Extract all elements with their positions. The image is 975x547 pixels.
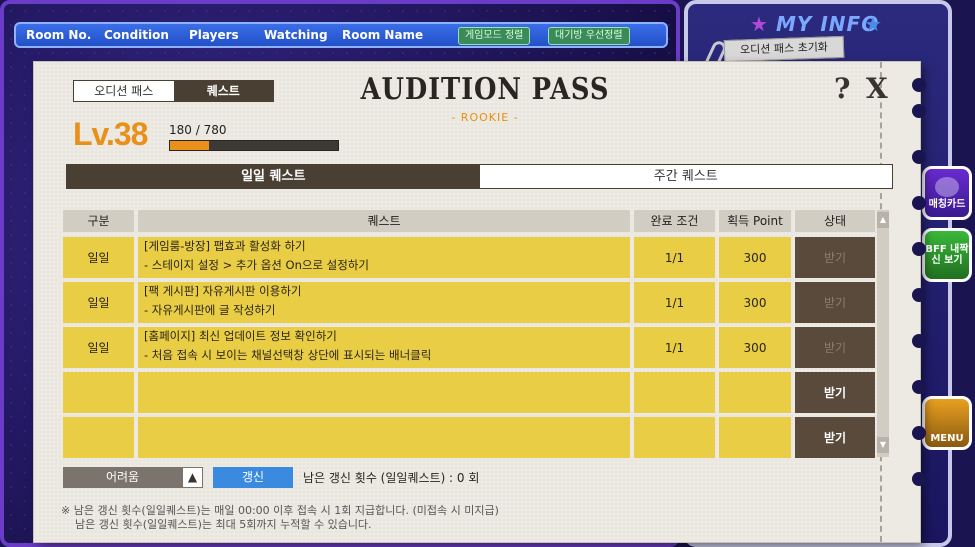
difficulty-value: 어려움 [105,470,140,484]
quest-point-cell: 300 [719,327,791,368]
claim-reward-button[interactable]: 받기 [795,327,875,368]
quest-category-cell [63,372,134,413]
quest-description-cell: [게임룸-방장] 팹효과 활성화 하기 - 스테이지 설정 > 추가 옵션 On으… [138,237,630,278]
col-players[interactable]: Players [189,28,264,42]
refresh-button[interactable]: 갱신 [213,467,293,488]
col-room-name[interactable]: Room Name [342,28,452,42]
ticket-hole [912,288,926,302]
bff-button[interactable]: BFF 내짝신 보기 [922,228,972,282]
star-icon: ★ [750,12,768,36]
scroll-up-icon[interactable]: ▲ [877,212,889,228]
quest-point-cell [719,372,791,413]
xp-progress-bar [169,140,339,151]
tab-audition-pass[interactable]: 오디션 패스 [74,81,174,101]
scroll-down-icon[interactable]: ▼ [877,437,889,453]
pass-tier-subtitle: - ROOKIE - [451,111,519,124]
quest-description-cell [138,417,630,458]
ticket-hole [912,150,926,164]
quest-condition-cell: 1/1 [634,282,715,323]
quest-title: [홈페이지] 최신 업데이트 정보 확인하기 [144,329,337,343]
claim-reward-button[interactable]: 받기 [795,282,875,323]
quest-category-cell: 일일 [63,282,134,323]
page-title: AUDITION PASS [360,72,610,107]
tab-daily-quest[interactable]: 일일 퀘스트 [67,165,480,188]
quest-tab-group: 일일 퀘스트 주간 퀘스트 [66,164,893,189]
room-list-header: Room No. Condition Players Watching Room… [14,22,668,48]
quest-condition-cell: 1/1 [634,237,715,278]
star-icon: ★ [864,12,882,36]
col-watching[interactable]: Watching [264,28,342,42]
ticket-hole [912,426,926,440]
header-category: 구분 [63,210,134,232]
quest-condition-cell [634,417,715,458]
tab-quest[interactable]: 퀘스트 [173,81,273,101]
level-display: Lv.38 [73,116,148,152]
quest-condition-cell [634,372,715,413]
claim-reward-button[interactable]: 받기 [795,237,875,278]
claim-reward-button[interactable]: 받기 [795,372,875,413]
refresh-count: 남은 갱신 횟수 (일일퀘스트) : 0 회 [303,471,480,485]
help-button[interactable]: ? [834,72,850,105]
header-point: 획득 Point [719,210,791,232]
quest-detail: - 스테이지 설정 > 추가 옵션 On으로 설정하기 [144,258,369,272]
ticket-hole [912,104,926,118]
ticket-hole [912,380,926,394]
header-quest: 퀘스트 [138,210,630,232]
quest-category-cell [63,417,134,458]
claim-reward-button[interactable]: 받기 [795,417,875,458]
quest-condition-cell: 1/1 [634,327,715,368]
col-room-no[interactable]: Room No. [26,28,104,42]
pass-tab-group: 오디션 패스 퀘스트 [73,80,274,102]
ticket-hole [912,472,926,486]
quest-category-cell: 일일 [63,237,134,278]
quest-point-cell: 300 [719,237,791,278]
sort-game-mode-button[interactable]: 게임모드 정렬 [458,27,531,45]
refresh-note-2: 남은 갱신 횟수(일일퀘스트)는 최대 5회까지 누적할 수 있습니다. [75,518,372,531]
ticket-hole [912,334,926,348]
difficulty-select[interactable]: 어려움 ▲ [63,467,203,488]
tab-weekly-quest[interactable]: 주간 퀘스트 [479,165,892,188]
quest-description-cell [138,372,630,413]
quest-point-cell: 300 [719,282,791,323]
header-status: 상태 [795,210,875,232]
card-icon [935,176,959,197]
xp-progress-fill [170,141,209,150]
quest-point-cell [719,417,791,458]
ticket-hole [912,196,926,210]
ticket-hole [912,242,926,256]
quest-title: [팩 게시판] 자유게시판 이용하기 [144,284,302,298]
quest-description-cell: [홈페이지] 최신 업데이트 정보 확인하기 - 처음 접속 시 보이는 채널선택… [138,327,630,368]
quest-title: [게임룸-방장] 팹효과 활성화 하기 [144,239,306,253]
close-button[interactable]: X [866,72,888,105]
match-card-button[interactable]: 매칭카드 [922,166,972,220]
quest-category-cell: 일일 [63,327,134,368]
xp-text: 180 / 780 [169,123,227,137]
triangle-up-icon[interactable]: ▲ [182,467,203,488]
quest-detail: - 처음 접속 시 보이는 채널선택창 상단에 표시되는 배너클릭 [144,348,432,362]
header-condition: 완료 조건 [634,210,715,232]
quest-detail: - 자유게시판에 글 작성하기 [144,303,276,317]
sort-waiting-room-button[interactable]: 대기방 우선정렬 [548,27,630,45]
ticket-hole [912,78,926,92]
pass-reset-button[interactable]: 오디션 패스 초기화 [723,35,845,63]
quest-description-cell: [팩 게시판] 자유게시판 이용하기 - 자유게시판에 글 작성하기 [138,282,630,323]
menu-button[interactable]: MENU [922,396,972,450]
scrollbar[interactable] [877,210,889,457]
col-condition[interactable]: Condition [104,28,189,42]
